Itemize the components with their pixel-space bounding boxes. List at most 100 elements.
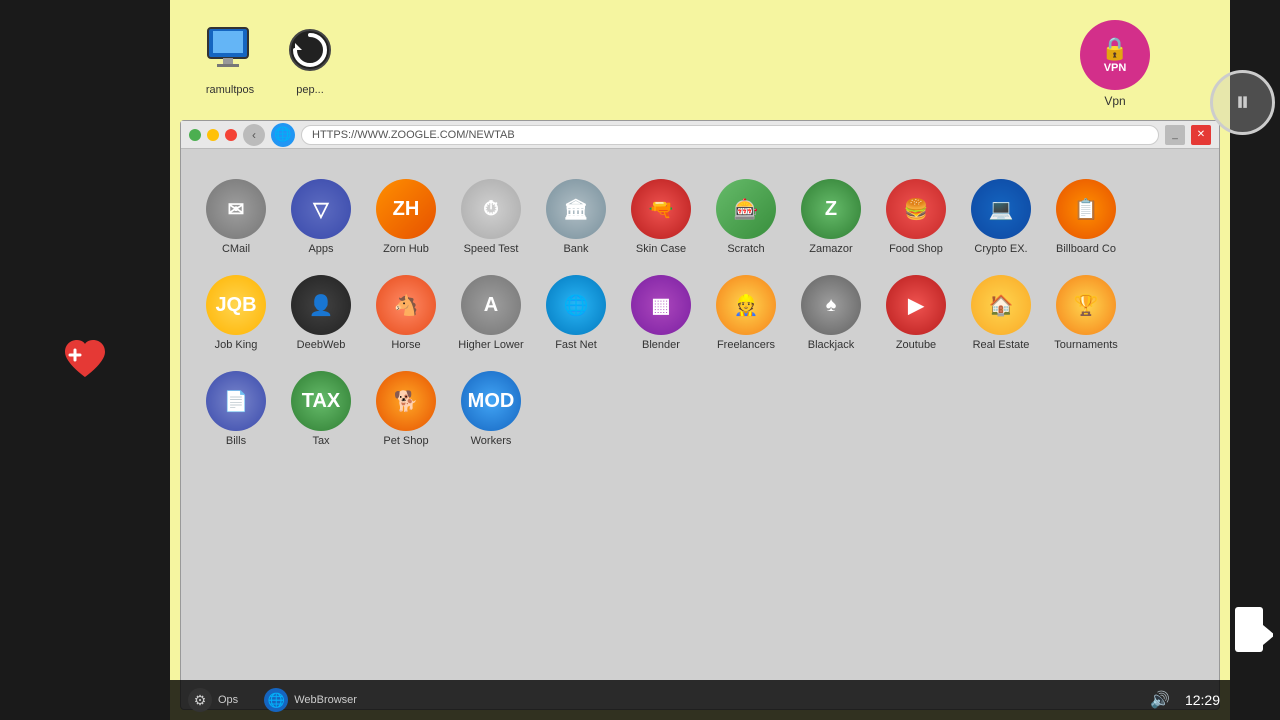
vpn-lock-icon: 🔒 xyxy=(1101,36,1128,62)
app-item-billboard[interactable]: 📋 Billboard Co xyxy=(1051,179,1121,255)
apps-label: Apps xyxy=(308,243,333,255)
zornhub-icon: ZH xyxy=(376,179,436,239)
app-item-zamazor[interactable]: Z Zamazor xyxy=(796,179,866,255)
desktop-icons: ramultpos рер... xyxy=(200,20,340,96)
workers-icon: MOD xyxy=(461,371,521,431)
app-item-bank[interactable]: 🏛Bank xyxy=(541,179,611,255)
traffic-light-yellow[interactable] xyxy=(207,129,219,141)
higherlower-label: Higher Lower xyxy=(458,339,523,351)
app-item-speedtest[interactable]: ⏱ Speed Test xyxy=(456,179,526,255)
workers-label: Workers xyxy=(471,435,512,447)
back-button[interactable]: ‹ xyxy=(243,124,265,146)
tax-icon: TAX xyxy=(291,371,351,431)
bills-icon: 📄 xyxy=(206,371,266,431)
skincase-label: Skin Case xyxy=(636,243,686,255)
app-item-tax[interactable]: TAX Tax xyxy=(286,371,356,447)
app-item-petshop[interactable]: 🐕Pet Shop xyxy=(371,371,441,447)
app-row-1: ✉ CMail ▽ Apps ZHZorn Hub ⏱ Speed Test 🏛Bank 🔫 Sk… xyxy=(201,179,1199,255)
app-item-scratch[interactable]: 🎰 Scratch xyxy=(711,179,781,255)
skincase-icon: 🔫 xyxy=(631,179,691,239)
app-item-bills[interactable]: 📄 Bills xyxy=(201,371,271,447)
monitor-label: ramultpos xyxy=(206,84,254,96)
ops-label: Ops xyxy=(218,694,238,706)
vpn-text: VPN xyxy=(1104,62,1127,74)
app-item-realestate[interactable]: 🏠Real Estate xyxy=(966,275,1036,351)
browser-titlebar: ‹ 🌐 HTTPS://WWW.ZOOGLE.COM/NEWTAB _ ✕ xyxy=(181,121,1219,149)
bills-label: Bills xyxy=(226,435,246,447)
webbrowser-icon: 🌐 xyxy=(264,688,288,712)
horse-icon: 🐴 xyxy=(376,275,436,335)
app-item-higherlower[interactable]: A Higher Lower xyxy=(456,275,526,351)
app-item-skincase[interactable]: 🔫 Skin Case xyxy=(626,179,696,255)
left-panel xyxy=(0,0,170,720)
traffic-light-red[interactable] xyxy=(225,129,237,141)
taskbar-right: 🔊 12:29 xyxy=(1150,690,1220,710)
fastnet-label: Fast Net xyxy=(555,339,597,351)
speedtest-label: Speed Test xyxy=(464,243,519,255)
taskbar-time: 12:29 xyxy=(1185,692,1220,708)
zamazor-label: Zamazor xyxy=(809,243,852,255)
cmail-icon: ✉ xyxy=(206,179,266,239)
taskbar-item-ops[interactable]: ⚙ Ops xyxy=(180,684,246,716)
url-bar[interactable]: HTTPS://WWW.ZOOGLE.COM/NEWTAB xyxy=(301,125,1159,145)
arrow-button[interactable] xyxy=(1225,600,1280,670)
zoutube-icon: ▶ xyxy=(886,275,946,335)
zamazor-icon: Z xyxy=(801,179,861,239)
billboard-label: Billboard Co xyxy=(1056,243,1116,255)
browser-content: ✉ CMail ▽ Apps ZHZorn Hub ⏱ Speed Test 🏛Bank 🔫 Sk… xyxy=(181,149,1219,477)
app-item-horse[interactable]: 🐴 Horse xyxy=(371,275,441,351)
app-item-apps[interactable]: ▽ Apps xyxy=(286,179,356,255)
globe-icon: 🌐 xyxy=(271,123,295,147)
pause-icon: ⏸ xyxy=(1235,86,1249,119)
blender-label: Blender xyxy=(642,339,680,351)
speedtest-icon: ⏱ xyxy=(461,179,521,239)
minimize-button[interactable]: _ xyxy=(1165,125,1185,145)
scratch-icon: 🎰 xyxy=(716,179,776,239)
refresh-icon xyxy=(280,20,340,80)
close-button[interactable]: ✕ xyxy=(1191,125,1211,145)
tax-label: Tax xyxy=(312,435,329,447)
horse-label: Horse xyxy=(391,339,420,351)
pause-button[interactable]: ⏸ xyxy=(1210,70,1275,135)
taskbar-item-webbrowser[interactable]: 🌐 WebBrowser xyxy=(256,684,365,716)
app-item-fastnet[interactable]: 🌐 Fast Net xyxy=(541,275,611,351)
apps-icon: ▽ xyxy=(291,179,351,239)
app-item-workers[interactable]: MOD Workers xyxy=(456,371,526,447)
vpn-label: Vpn xyxy=(1104,94,1125,108)
app-item-tournaments[interactable]: 🏆Tournaments xyxy=(1051,275,1121,351)
blackjack-label: Blackjack xyxy=(808,339,854,351)
desktop: ramultpos рер... 🔒 VPN Vpn ‹ xyxy=(170,0,1230,720)
traffic-light-green[interactable] xyxy=(189,129,201,141)
app-item-foodshop[interactable]: 🍔Food Shop xyxy=(881,179,951,255)
heart-icon xyxy=(55,330,115,390)
desktop-icon-monitor[interactable]: ramultpos xyxy=(200,20,260,96)
browser-window: ‹ 🌐 HTTPS://WWW.ZOOGLE.COM/NEWTAB _ ✕ ✉ C… xyxy=(180,120,1220,710)
webbrowser-label: WebBrowser xyxy=(294,694,357,706)
jobking-label: Job King xyxy=(215,339,258,351)
volume-icon[interactable]: 🔊 xyxy=(1150,690,1170,710)
app-item-deebweb[interactable]: 👤DeebWeb xyxy=(286,275,356,351)
foodshop-icon: 🍔 xyxy=(886,179,946,239)
tournaments-icon: 🏆 xyxy=(1056,275,1116,335)
ops-icon: ⚙ xyxy=(188,688,212,712)
bank-label: Bank xyxy=(563,243,588,255)
fastnet-icon: 🌐 xyxy=(546,275,606,335)
app-item-zornhub[interactable]: ZHZorn Hub xyxy=(371,179,441,255)
app-item-cmail[interactable]: ✉ CMail xyxy=(201,179,271,255)
app-item-blackjack[interactable]: ♠Blackjack xyxy=(796,275,866,351)
vpn-button[interactable]: 🔒 VPN Vpn xyxy=(1080,20,1150,108)
monitor-icon xyxy=(200,20,260,80)
cmail-label: CMail xyxy=(222,243,250,255)
cryptoex-icon: 💻 xyxy=(971,179,1031,239)
cryptoex-label: Crypto EX. xyxy=(974,243,1027,255)
billboard-icon: 📋 xyxy=(1056,179,1116,239)
app-item-cryptoex[interactable]: 💻 Crypto EX. xyxy=(966,179,1036,255)
scratch-label: Scratch xyxy=(727,243,764,255)
taskbar: ⚙ Ops 🌐 WebBrowser 🔊 12:29 xyxy=(170,680,1230,720)
app-item-zoutube[interactable]: ▶Zoutube xyxy=(881,275,951,351)
app-item-jobking[interactable]: JQBJob King xyxy=(201,275,271,351)
higherlower-icon: A xyxy=(461,275,521,335)
desktop-icon-refresh[interactable]: рер... xyxy=(280,20,340,96)
app-item-blender[interactable]: ▦Blender xyxy=(626,275,696,351)
app-item-freelancers[interactable]: 👷Freelancers xyxy=(711,275,781,351)
